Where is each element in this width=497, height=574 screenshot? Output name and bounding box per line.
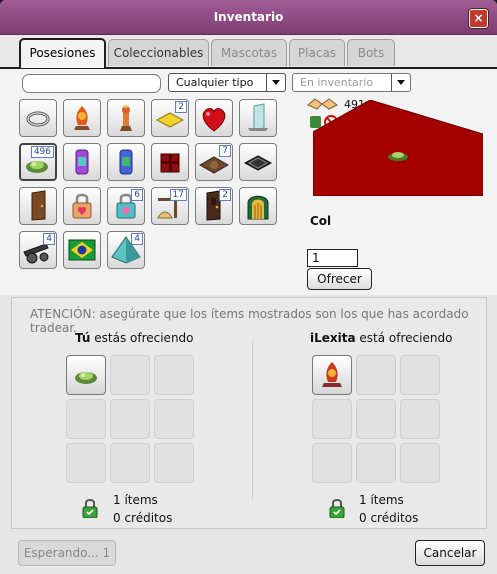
inventory-item-door[interactable] xyxy=(19,187,57,225)
item-count-badge: 6 xyxy=(131,189,143,201)
right-credits: 0 créditos xyxy=(359,511,419,525)
right-offer-slot-1[interactable] xyxy=(312,355,352,395)
search-input[interactable] xyxy=(22,74,161,93)
item-count-badge: 7 xyxy=(219,145,231,157)
lettuce-icon xyxy=(75,372,97,384)
inventory-item-lettuce[interactable]: 496 xyxy=(19,143,57,181)
tab-coleccionables[interactable]: Coleccionables xyxy=(108,39,209,66)
tab-mascotas[interactable]: Mascotas xyxy=(211,39,287,66)
right-items-count: 1 ítems xyxy=(359,493,404,507)
right-offer-slot-8[interactable] xyxy=(356,443,396,483)
inventory-item-shower[interactable]: 17 xyxy=(151,187,189,225)
window-title: Inventario xyxy=(213,10,284,24)
right-offering-text: está ofreciendo xyxy=(359,331,453,345)
offer-button[interactable]: Ofrecer xyxy=(307,268,372,290)
right-offer-title: iLexita está ofreciendo xyxy=(310,331,452,345)
inventory-item-ceiling-lamp[interactable]: 2 xyxy=(151,99,189,137)
inventory-item-rug[interactable]: 7 xyxy=(195,143,233,181)
left-offer-slot-8[interactable] xyxy=(110,443,150,483)
chevron-down-icon xyxy=(391,74,410,91)
inventory-item-blue-canister[interactable] xyxy=(107,143,145,181)
padlock-icon xyxy=(72,193,92,219)
left-offer-slot-7[interactable] xyxy=(66,443,106,483)
title-bar[interactable]: Inventario × xyxy=(0,0,497,35)
canister-icon xyxy=(75,149,89,175)
right-offer-slot-7[interactable] xyxy=(312,443,352,483)
grate-icon xyxy=(243,155,273,171)
canister-icon xyxy=(119,149,133,175)
inventory-item-heart[interactable] xyxy=(195,99,233,137)
inventory-item-brazil-flag[interactable] xyxy=(63,231,101,269)
item-count-badge: 496 xyxy=(30,146,54,158)
ring-icon xyxy=(26,111,50,127)
right-offer-slot-3[interactable] xyxy=(400,355,440,395)
right-offer-slot-6[interactable] xyxy=(400,399,440,439)
tab-bots[interactable]: Bots xyxy=(347,39,395,66)
inventory-item-glass-screen[interactable] xyxy=(239,99,277,137)
item-count-badge: 17 xyxy=(169,189,187,201)
item-count-badge: 4 xyxy=(43,233,55,245)
left-items-count: 1 ítems xyxy=(113,493,158,507)
room-preview xyxy=(313,100,483,196)
left-offering-text: estás ofreciendo xyxy=(94,331,194,345)
close-button[interactable]: × xyxy=(469,9,488,28)
left-offer-slot-2[interactable] xyxy=(110,355,150,395)
door-icon xyxy=(31,190,46,221)
type-filter-select[interactable]: Cualquier tipo xyxy=(168,73,286,92)
inventory-item-fire-statue[interactable] xyxy=(63,99,101,137)
inventory-item-pyramid[interactable]: 4 xyxy=(107,231,145,269)
item-name: Col xyxy=(310,214,332,228)
right-offer-slot-2[interactable] xyxy=(356,355,396,395)
lock-icon xyxy=(82,499,98,518)
type-filter-value: Cualquier tipo xyxy=(176,76,254,89)
left-offer-slot-4[interactable] xyxy=(66,399,106,439)
left-offer-slot-9[interactable] xyxy=(154,443,194,483)
left-offer-slot-3[interactable] xyxy=(154,355,194,395)
left-credits: 0 créditos xyxy=(113,511,173,525)
inventory-item-dark-door[interactable]: 2 xyxy=(195,187,233,225)
left-offer-title: Tú estás ofreciendo xyxy=(75,331,194,345)
arch-gate-icon xyxy=(247,195,269,220)
flag-icon xyxy=(68,239,96,261)
cancel-button[interactable]: Cancelar xyxy=(415,540,485,566)
inventory-item-floor-grate[interactable] xyxy=(239,143,277,181)
item-count-badge: 2 xyxy=(219,189,231,201)
fire-statue-icon xyxy=(74,106,90,130)
inventory-item-torch-statue[interactable] xyxy=(107,99,145,137)
inventory-item-heart-lock[interactable] xyxy=(63,187,101,225)
item-count-badge: 2 xyxy=(175,101,187,113)
inventory-item-ring[interactable] xyxy=(19,99,57,137)
right-owner-name: iLexita xyxy=(310,331,356,345)
fire-statue-icon xyxy=(322,362,342,387)
lock-icon xyxy=(329,499,345,518)
right-offer-slot-4[interactable] xyxy=(312,399,352,439)
location-filter-value: En inventario xyxy=(300,76,374,89)
inventory-item-gift-box[interactable] xyxy=(151,143,189,181)
inventory-item-cannon[interactable]: 4 xyxy=(19,231,57,269)
left-summary: 1 ítems 0 créditos xyxy=(113,491,172,527)
inventory-item-purple-canister[interactable] xyxy=(63,143,101,181)
left-offer-slot-6[interactable] xyxy=(154,399,194,439)
quantity-input[interactable]: 1 xyxy=(307,249,358,267)
left-offer-slot-5[interactable] xyxy=(110,399,150,439)
left-owner-name: Tú xyxy=(75,331,91,345)
waiting-button[interactable]: Esperando... 1 xyxy=(18,540,116,566)
statue-icon xyxy=(120,104,132,131)
gift-icon xyxy=(160,153,180,173)
left-offer-slot-1[interactable] xyxy=(66,355,106,395)
inventory-item-arch-gate[interactable] xyxy=(239,187,277,225)
heart-icon xyxy=(202,108,226,132)
right-offer-slot-5[interactable] xyxy=(356,399,396,439)
inventory-item-gift-lock[interactable]: 6 xyxy=(107,187,145,225)
chevron-down-icon xyxy=(266,74,285,91)
right-offer-slot-9[interactable] xyxy=(400,443,440,483)
trade-divider xyxy=(252,341,253,501)
tab-placas[interactable]: Placas xyxy=(289,39,345,66)
item-count-badge: 4 xyxy=(131,233,143,245)
glass-panel-icon xyxy=(248,103,268,131)
tab-posesiones[interactable]: Posesiones xyxy=(19,38,106,68)
inventory-window: Inventario × Posesiones Coleccionables M… xyxy=(0,0,497,574)
right-summary: 1 ítems 0 créditos xyxy=(359,491,418,527)
location-filter-select[interactable]: En inventario xyxy=(292,73,411,92)
